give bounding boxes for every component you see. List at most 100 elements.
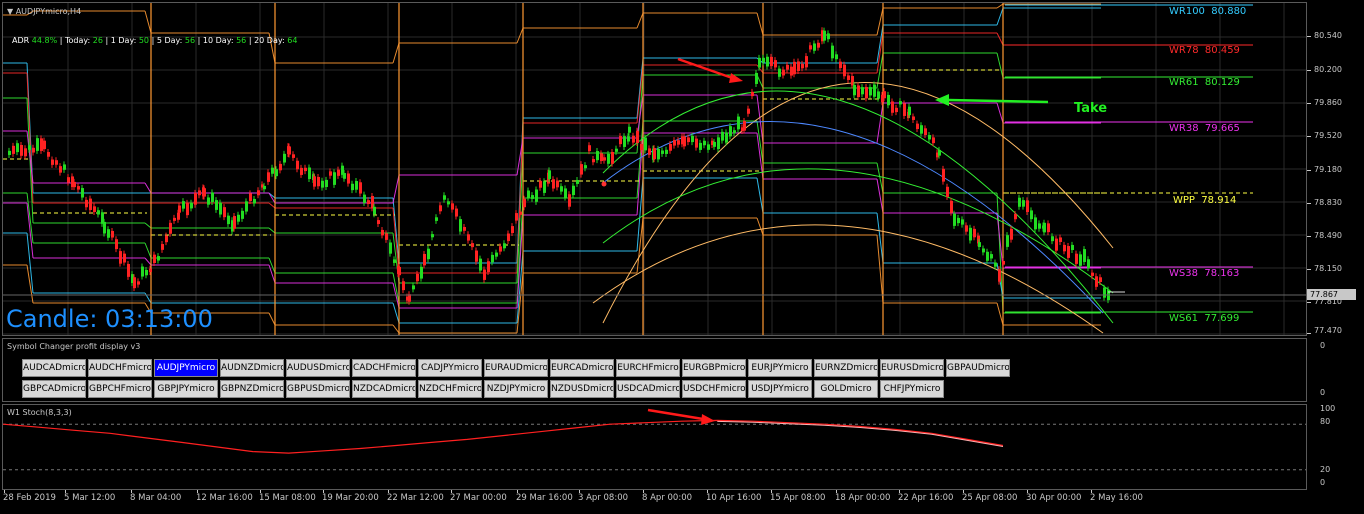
symbol-button-nzdcadmicro[interactable]: NZDCADmicro bbox=[352, 380, 416, 398]
candle-body bbox=[304, 167, 307, 172]
candle-body bbox=[998, 269, 1001, 282]
candle-body bbox=[495, 252, 498, 257]
candle-body bbox=[402, 281, 405, 291]
candle-body bbox=[443, 195, 446, 200]
price-tick: 78.490 bbox=[1314, 231, 1342, 240]
symbol-button-gbpusdmicro[interactable]: GBPUSDmicro bbox=[286, 380, 350, 398]
candle-body bbox=[431, 234, 434, 238]
symbol-button-eurchfmicro[interactable]: EURCHFmicro bbox=[616, 359, 680, 377]
symbol-button-nzdusdmicro[interactable]: NZDUSDmicro bbox=[550, 380, 614, 398]
main-chart-pane[interactable]: ▼ AUDJPYmicro,H4 ADR 44.8% | Today: 26 |… bbox=[2, 2, 1307, 336]
candle-body bbox=[588, 145, 591, 152]
candle-body bbox=[1071, 244, 1074, 251]
candle-body bbox=[169, 222, 172, 234]
symbol-button-audnzdmicro[interactable]: AUDNZDmicro bbox=[220, 359, 284, 377]
candle-body bbox=[499, 246, 502, 252]
candle-body bbox=[648, 148, 651, 155]
time-axis-label: 3 Apr 08:00 bbox=[578, 493, 629, 503]
candle-body bbox=[63, 164, 66, 170]
stochastic-pane[interactable]: W1 Stoch(8,3,3) bbox=[2, 404, 1307, 490]
symbol-button-eurcadmicro[interactable]: EURCADmicro bbox=[550, 359, 614, 377]
candle-body bbox=[511, 226, 514, 234]
candle-body bbox=[40, 138, 43, 151]
candle-body bbox=[801, 63, 804, 69]
symbol-button-nzdchfmicro[interactable]: NZDCHFmicro bbox=[418, 380, 482, 398]
candle-body bbox=[928, 135, 931, 140]
candle-body bbox=[263, 185, 266, 190]
candle-body bbox=[1051, 236, 1054, 242]
symbol-button-usdcadmicro[interactable]: USDCADmicro bbox=[616, 380, 680, 398]
symbol-button-eurgbpmicro[interactable]: EURGBPmicro bbox=[682, 359, 746, 377]
adr-today-label: Today: bbox=[64, 36, 91, 45]
symbol-button-goldmicro[interactable]: GOLDmicro bbox=[814, 380, 878, 398]
symbol-button-cadchfmicro[interactable]: CADCHFmicro bbox=[352, 359, 416, 377]
symbol-button-eurjpymicro[interactable]: EURJPYmicro bbox=[748, 359, 812, 377]
candle-body bbox=[115, 239, 118, 250]
candle-body bbox=[93, 206, 96, 212]
candle-body bbox=[507, 233, 510, 242]
stoch-tick-0: 0 bbox=[1320, 478, 1326, 487]
candle-body bbox=[8, 150, 11, 155]
candle-body bbox=[377, 220, 380, 224]
candle-body bbox=[451, 203, 454, 210]
candle-body bbox=[747, 108, 750, 114]
candle-body bbox=[1103, 287, 1106, 298]
symbol-button-gbpaudmicro[interactable]: GBPAUDmicro bbox=[946, 359, 1010, 377]
candle-body bbox=[157, 256, 160, 261]
symbol-button-euraudmicro[interactable]: EURAUDmicro bbox=[484, 359, 548, 377]
dropdown-triangle-icon[interactable]: ▼ bbox=[7, 7, 13, 16]
candle-body bbox=[253, 198, 256, 204]
candle-body bbox=[1022, 200, 1025, 207]
candle-body bbox=[653, 148, 656, 160]
symbol-button-gbpchfmicro[interactable]: GBPCHFmicro bbox=[88, 380, 152, 398]
candle-body bbox=[713, 141, 716, 147]
candle-body bbox=[467, 234, 470, 241]
symbol-button-gbpjpymicro[interactable]: GBPJPYmicro bbox=[154, 380, 218, 398]
symbol-button-gbpcadmicro[interactable]: GBPCADmicro bbox=[22, 380, 86, 398]
adr-1day-value: 50 bbox=[138, 36, 150, 45]
candle-body bbox=[503, 243, 506, 249]
candle-body bbox=[556, 180, 559, 188]
symbol-button-eurusdmicro[interactable]: EURUSDmicro bbox=[880, 359, 944, 377]
symbol-button-audcadmicro[interactable]: AUDCADmicro bbox=[22, 359, 86, 377]
candle-body bbox=[237, 214, 240, 222]
candle-body bbox=[519, 211, 522, 215]
adr-1day-label: 1 Day: bbox=[110, 36, 137, 45]
candle-body bbox=[973, 228, 976, 238]
price-chart-canvas[interactable] bbox=[3, 3, 1306, 335]
symbol-button-audusdmicro[interactable]: AUDUSDmicro bbox=[286, 359, 350, 377]
symbol-button-audchfmicro[interactable]: AUDCHFmicro bbox=[88, 359, 152, 377]
candle-body bbox=[321, 180, 324, 188]
symbol-button-nzdjpymicro[interactable]: NZDJPYmicro bbox=[484, 380, 548, 398]
regression-arc bbox=[602, 82, 1114, 324]
candle-body bbox=[194, 192, 197, 205]
candle-body bbox=[657, 148, 660, 160]
candle-body bbox=[607, 153, 610, 164]
symbol-button-usdjpymicro[interactable]: USDJPYmicro bbox=[748, 380, 812, 398]
candle-body bbox=[1006, 235, 1009, 247]
candle-body bbox=[28, 145, 31, 150]
symbol-button-chfjpymicro[interactable]: CHFJPYmicro bbox=[880, 380, 944, 398]
candle-body bbox=[778, 68, 781, 77]
stochastic-axis bbox=[1307, 404, 1364, 490]
adr-indicator: ADR 44.8% | Today: 26 | 1 Day: 50 | 5 Da… bbox=[12, 36, 298, 45]
candle-body bbox=[227, 215, 230, 225]
candle-body bbox=[389, 242, 392, 254]
symbol-button-gbpnzdmicro[interactable]: GBPNZDmicro bbox=[220, 380, 284, 398]
symbol-changer-axis-zero: 0 bbox=[1320, 341, 1326, 350]
symbol-button-audjpymicro[interactable]: AUDJPYmicro bbox=[154, 359, 218, 377]
symbol-button-usdchfmicro[interactable]: USDCHFmicro bbox=[682, 380, 746, 398]
symbol-button-cadjpymicro[interactable]: CADJPYmicro bbox=[418, 359, 482, 377]
candle-body bbox=[1095, 276, 1098, 287]
candle-body bbox=[1087, 259, 1090, 269]
candle-body bbox=[535, 189, 538, 202]
stochastic-canvas[interactable] bbox=[3, 405, 1306, 489]
candle-body bbox=[145, 269, 148, 276]
pivot-label-wr100: WR100 80.880 bbox=[1169, 6, 1247, 17]
candle-body bbox=[986, 251, 989, 261]
candle-body bbox=[699, 142, 702, 150]
candle-body bbox=[994, 262, 997, 267]
adr-10day-value: 56 bbox=[236, 36, 247, 45]
candle-body bbox=[572, 185, 575, 196]
symbol-button-eurnzdmicro[interactable]: EURNZDmicro bbox=[814, 359, 878, 377]
